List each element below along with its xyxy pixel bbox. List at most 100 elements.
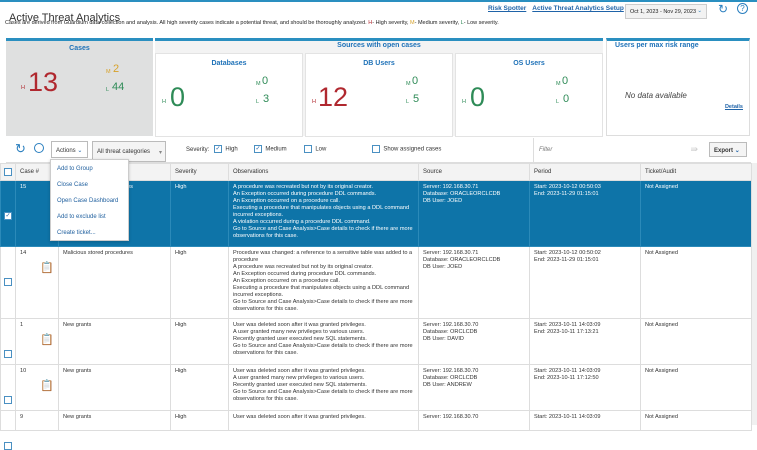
databases-panel[interactable]: Databases H 0 M 0 L 3 [155, 53, 303, 137]
legend-h-text: - High severity, [372, 20, 410, 26]
case-observations: Procedure was changed: a reference to a … [228, 246, 419, 319]
actions-menu: Add to Group Close Case Open Case Dashbo… [50, 159, 129, 241]
case-period: Start: 2023-10-11 14:03:09 End: 2023-10-… [529, 318, 641, 365]
chevron-down-icon: ⌄ [734, 148, 740, 154]
table-row[interactable]: 10 📋 New grants High User was deleted soo… [0, 364, 752, 411]
case-source: Server: 192.168.30.71 Database: ORACLEOR… [418, 246, 530, 319]
high-checkbox[interactable]: ✓ High [214, 145, 238, 153]
case-category: New grants [58, 364, 171, 411]
case-number[interactable]: 15 [20, 184, 26, 190]
row-checkbox[interactable] [4, 350, 12, 358]
table-row[interactable]: 9 New grants High User was deleted soon … [0, 410, 752, 450]
case-period: Start: 2023-10-12 00:50:02 End: 2023-11-… [529, 246, 641, 319]
h-label: H [312, 99, 316, 105]
menu-item-open-case-dashboard[interactable]: Open Case Dashboard [51, 193, 128, 209]
db-users-medium: 0 [412, 75, 419, 87]
actions-button[interactable]: Actions ⌄ [51, 141, 88, 158]
clipboard-icon[interactable]: 📋 [40, 263, 54, 274]
row-checkbox[interactable] [4, 278, 12, 286]
col-ticket[interactable]: Ticket/Audit [640, 163, 752, 181]
databases-high: 0 [170, 82, 186, 112]
case-source: Server: 192.168.30.71 Database: ORACLEOR… [418, 180, 530, 247]
m-label: M [556, 81, 561, 87]
date-range-select[interactable]: Oct 1, 2023 - Nov 29, 2023 ⌄ [625, 4, 707, 19]
cases-panel[interactable]: Cases H 13 M 2 L 44 [6, 38, 153, 136]
category-value: All threat categories [97, 149, 151, 155]
row-checkbox[interactable] [4, 396, 12, 404]
case-number[interactable]: 10 [20, 368, 26, 374]
scrollbar[interactable] [751, 163, 757, 425]
cases-high-count: 13 [28, 67, 59, 97]
header-links: Risk Spotter Active Threat Analytics Setu… [488, 5, 630, 12]
high-label: High [225, 146, 238, 153]
l-label: L [106, 87, 110, 93]
case-observations: User was deleted soon after it was grant… [228, 410, 419, 431]
clipboard-icon[interactable]: 📋 [40, 335, 54, 346]
severity-label: Severity: [186, 147, 210, 153]
menu-item-add-to-group[interactable]: Add to Group [51, 161, 128, 177]
case-period: Start: 2023-10-12 00:50:03 End: 2023-11-… [529, 180, 641, 247]
low-checkbox[interactable]: Low [304, 145, 326, 153]
users-risk-title: Users per max risk range [615, 42, 699, 49]
checkbox-box [4, 168, 12, 176]
dropdown-arrow-icon: ▾ [158, 150, 162, 156]
show-assigned-checkbox[interactable]: Show assigned cases [372, 145, 441, 153]
legend-m-text: - Medium severity, [414, 20, 461, 26]
db-users-panel[interactable]: DB Users H 12 M 0 L 5 [305, 53, 453, 137]
col-severity[interactable]: Severity [170, 163, 229, 181]
case-number[interactable]: 1 [20, 322, 23, 328]
search-icon[interactable] [34, 143, 44, 153]
db-users-title: DB Users [363, 60, 395, 67]
table-row[interactable]: 14 📋 Malicious stored procedures High Pro… [0, 246, 752, 319]
case-period: Start: 2023-10-11 14:03:09 End: 2023-10-… [529, 364, 641, 411]
databases-medium: 0 [262, 75, 269, 87]
checkbox-box [304, 145, 312, 153]
arrow-right-icon[interactable]: ⇛ [690, 144, 698, 155]
filter-input[interactable]: Filter ⇛ [533, 138, 706, 162]
cases-title: Cases [69, 45, 90, 52]
select-all-checkbox[interactable] [0, 163, 16, 181]
case-severity: High [170, 246, 229, 319]
menu-item-create-ticket[interactable]: Create ticket... [51, 225, 128, 241]
case-source: Server: 192.168.30.70 Database: ORCLCDB … [418, 318, 530, 365]
case-ticket: Not Assigned [640, 364, 752, 411]
no-data-text: No data available [625, 91, 687, 100]
case-category: New grants [58, 318, 171, 365]
databases-low: 3 [263, 93, 270, 105]
date-range-value: Oct 1, 2023 - Nov 29, 2023 [630, 9, 697, 15]
menu-item-close-case[interactable]: Close Case [51, 177, 128, 193]
subtitle-text: Cases are derived from Guardium data col… [5, 20, 369, 26]
clipboard-icon[interactable]: 📋 [40, 381, 54, 392]
cases-low-count: 44 [112, 81, 125, 93]
case-observations: User was deleted soon after it was grant… [228, 364, 419, 411]
medium-checkbox[interactable]: ✓ Medium [254, 145, 287, 153]
case-ticket: Not Assigned [640, 410, 752, 431]
col-observations[interactable]: Observations [228, 163, 419, 181]
setup-link[interactable]: Active Threat Analytics Setup [532, 5, 624, 12]
case-observations: User was deleted soon after it was grant… [228, 318, 419, 365]
table-row[interactable]: 1 📋 New grants High User was deleted soon… [0, 318, 752, 365]
checkbox-box [372, 145, 380, 153]
risk-spotter-link[interactable]: Risk Spotter [488, 5, 526, 12]
details-link[interactable]: Details [725, 104, 743, 110]
os-users-title: OS Users [513, 60, 545, 67]
export-button[interactable]: Export ⌄ [709, 142, 747, 157]
case-observations: A procedure was recreated but not by its… [228, 180, 419, 247]
os-users-panel[interactable]: OS Users H 0 M 0 L 0 [455, 53, 603, 137]
l-label: L [256, 99, 260, 105]
col-source[interactable]: Source [418, 163, 530, 181]
actions-label: Actions [56, 148, 76, 154]
row-checkbox[interactable] [4, 442, 12, 450]
row-checkbox[interactable]: ✓ [4, 212, 12, 220]
case-number[interactable]: 9 [20, 414, 23, 420]
filter-placeholder: Filter [539, 147, 553, 153]
chevron-down-icon: ⌄ [77, 148, 83, 154]
help-icon[interactable]: ? [737, 3, 748, 14]
refresh-icon[interactable]: ↻ [718, 2, 728, 16]
col-period[interactable]: Period [529, 163, 641, 181]
refresh-icon[interactable]: ↻ [15, 141, 26, 157]
case-number[interactable]: 14 [20, 250, 26, 256]
menu-item-add-to-exclude-list[interactable]: Add to exclude list [51, 209, 128, 225]
case-category: Malicious stored procedures [58, 246, 171, 319]
case-severity: High [170, 410, 229, 431]
